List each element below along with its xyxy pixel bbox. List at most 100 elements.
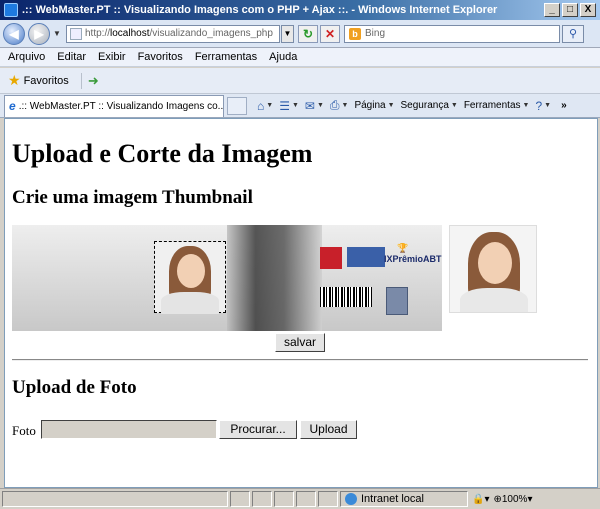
- foto-label: Foto: [12, 423, 36, 438]
- feeds-dropdown[interactable]: ▼: [292, 102, 299, 109]
- status-cell-4: [296, 491, 316, 507]
- menu-editar[interactable]: Editar: [51, 51, 92, 63]
- feeds-icon[interactable]: ☰: [279, 99, 290, 113]
- star-icon: ★: [8, 72, 21, 88]
- security-zone[interactable]: Intranet local: [340, 491, 468, 507]
- crop-body: [161, 292, 219, 314]
- history-dropdown[interactable]: ▼: [52, 29, 62, 38]
- mail-dropdown[interactable]: ▼: [317, 102, 324, 109]
- crop-face: [177, 254, 205, 288]
- url-prefix: http://: [85, 28, 111, 39]
- people-photo-area: [227, 225, 322, 331]
- search-placeholder: Bing: [365, 28, 386, 39]
- barcode-image: [320, 287, 372, 307]
- crop-selection[interactable]: [154, 241, 226, 314]
- page-heading: Upload e Corte da Imagem: [12, 139, 313, 168]
- security-dropdown[interactable]: ▼: [451, 102, 458, 109]
- print-icon[interactable]: ⎙: [330, 98, 340, 113]
- home-dropdown[interactable]: ▼: [266, 102, 273, 109]
- protected-mode-button[interactable]: 🔒 ▾: [472, 494, 489, 505]
- page-icon: [70, 27, 82, 40]
- window-title: .:: WebMaster.PT :: Visualizando Imagens…: [22, 4, 498, 16]
- thumbnail-preview: [449, 225, 537, 313]
- globe-icon: [345, 493, 357, 505]
- maximize-button[interactable]: □: [562, 3, 578, 17]
- thumbnail-subheading: Crie uma imagem Thumbnail: [12, 187, 253, 208]
- zoom-icon: ⊕: [493, 493, 502, 505]
- award-logo-red: [320, 247, 342, 269]
- tab-title: .:: WebMaster.PT :: Visualizando Imagens…: [18, 100, 224, 112]
- address-toolbar: ◀ ▶ ▼ http://localhost/visualizando_imag…: [0, 20, 600, 48]
- home-icon[interactable]: ⌂: [257, 99, 264, 113]
- tab-bar: e .:: WebMaster.PT :: Visualizando Image…: [0, 94, 600, 118]
- zoom-dropdown: ▾: [527, 493, 533, 505]
- zone-label: Intranet local: [361, 493, 424, 505]
- ie-app-icon: [4, 3, 18, 17]
- browse-button[interactable]: Procurar...: [219, 420, 297, 439]
- upload-button[interactable]: Upload: [300, 420, 357, 439]
- page-content: Upload e Corte da Imagem Crie uma imagem…: [4, 118, 598, 488]
- favorites-button[interactable]: ★ Favoritos: [0, 72, 73, 89]
- save-button[interactable]: salvar: [275, 333, 325, 352]
- help-dropdown[interactable]: ▼: [544, 102, 551, 109]
- menu-exibir[interactable]: Exibir: [92, 51, 132, 63]
- favorites-bar: ★ Favoritos ➜: [0, 68, 600, 94]
- thumb-face: [478, 242, 512, 284]
- menu-ajuda[interactable]: Ajuda: [263, 51, 303, 63]
- lock-icon: 🔒: [472, 493, 485, 505]
- ie-icon: e: [9, 99, 16, 113]
- window-controls: _ □ X: [544, 3, 598, 17]
- add-favorite-icon[interactable]: ➜: [80, 72, 99, 89]
- title-bar: .:: WebMaster.PT :: Visualizando Imagens…: [0, 0, 600, 20]
- close-button[interactable]: X: [580, 3, 596, 17]
- status-cell-1: [230, 491, 250, 507]
- search-button[interactable]: ⚲: [562, 24, 584, 43]
- certification-seal: [386, 287, 408, 315]
- zoom-level: 100%: [501, 493, 528, 505]
- zoom-control[interactable]: ⊕ 100% ▾: [493, 494, 532, 505]
- refresh-button[interactable]: ↻: [298, 24, 318, 43]
- status-cell-3: [274, 491, 294, 507]
- mail-icon[interactable]: ✉: [305, 99, 315, 113]
- bing-icon: b: [349, 27, 361, 40]
- tools-dropdown[interactable]: ▼: [523, 102, 530, 109]
- thumb-body: [460, 288, 528, 312]
- source-image[interactable]: 🏆 IXPrêmioABT: [12, 225, 442, 331]
- status-text-cell: [2, 491, 228, 507]
- help-icon[interactable]: ?: [535, 99, 542, 113]
- premio-abt-logo: 🏆 IXPrêmioABT: [384, 243, 442, 273]
- premio-abt-text: IXPrêmioABT: [384, 254, 442, 264]
- url-host: localhost: [110, 28, 150, 39]
- address-dropdown[interactable]: ▼: [281, 24, 294, 43]
- search-input[interactable]: b Bing: [344, 24, 560, 43]
- stop-button[interactable]: ✕: [320, 24, 340, 43]
- more-commands-chevron[interactable]: »: [561, 100, 567, 111]
- favorites-label: Favoritos: [23, 74, 69, 87]
- forward-button[interactable]: ▶: [28, 22, 50, 45]
- file-path-input[interactable]: [41, 420, 217, 439]
- award-logo-blue: [347, 247, 385, 267]
- menu-ferramentas[interactable]: Ferramentas: [189, 51, 263, 63]
- print-dropdown[interactable]: ▼: [342, 102, 349, 109]
- tools-menu[interactable]: Ferramentas: [464, 100, 521, 111]
- protected-dropdown: ▾: [484, 493, 490, 505]
- status-cell-5: [318, 491, 338, 507]
- status-bar: Intranet local 🔒 ▾ ⊕ 100% ▾: [0, 488, 600, 509]
- minimize-button[interactable]: _: [544, 3, 560, 17]
- divider: [12, 359, 588, 361]
- back-button[interactable]: ◀: [3, 22, 25, 45]
- url-path: /visualizando_imagens_php: [149, 28, 273, 39]
- trophy-icon: 🏆: [397, 243, 409, 253]
- menu-bar: Arquivo Editar Exibir Favoritos Ferramen…: [0, 48, 600, 67]
- tab-webmaster[interactable]: e .:: WebMaster.PT :: Visualizando Image…: [4, 94, 224, 117]
- upload-heading: Upload de Foto: [12, 377, 137, 398]
- command-bar: ⌂ ▼ ☰ ▼ ✉ ▼ ⎙ ▼ Página ▼ Segurança ▼ Ferrament…: [255, 98, 567, 113]
- address-input[interactable]: http://localhost/visualizando_imagens_ph…: [66, 24, 280, 43]
- menu-arquivo[interactable]: Arquivo: [0, 51, 51, 63]
- security-menu[interactable]: Segurança: [401, 100, 449, 111]
- status-cell-2: [252, 491, 272, 507]
- page-dropdown[interactable]: ▼: [388, 102, 395, 109]
- menu-favoritos[interactable]: Favoritos: [132, 51, 189, 63]
- page-menu[interactable]: Página: [354, 100, 385, 111]
- new-tab-button[interactable]: [227, 96, 247, 115]
